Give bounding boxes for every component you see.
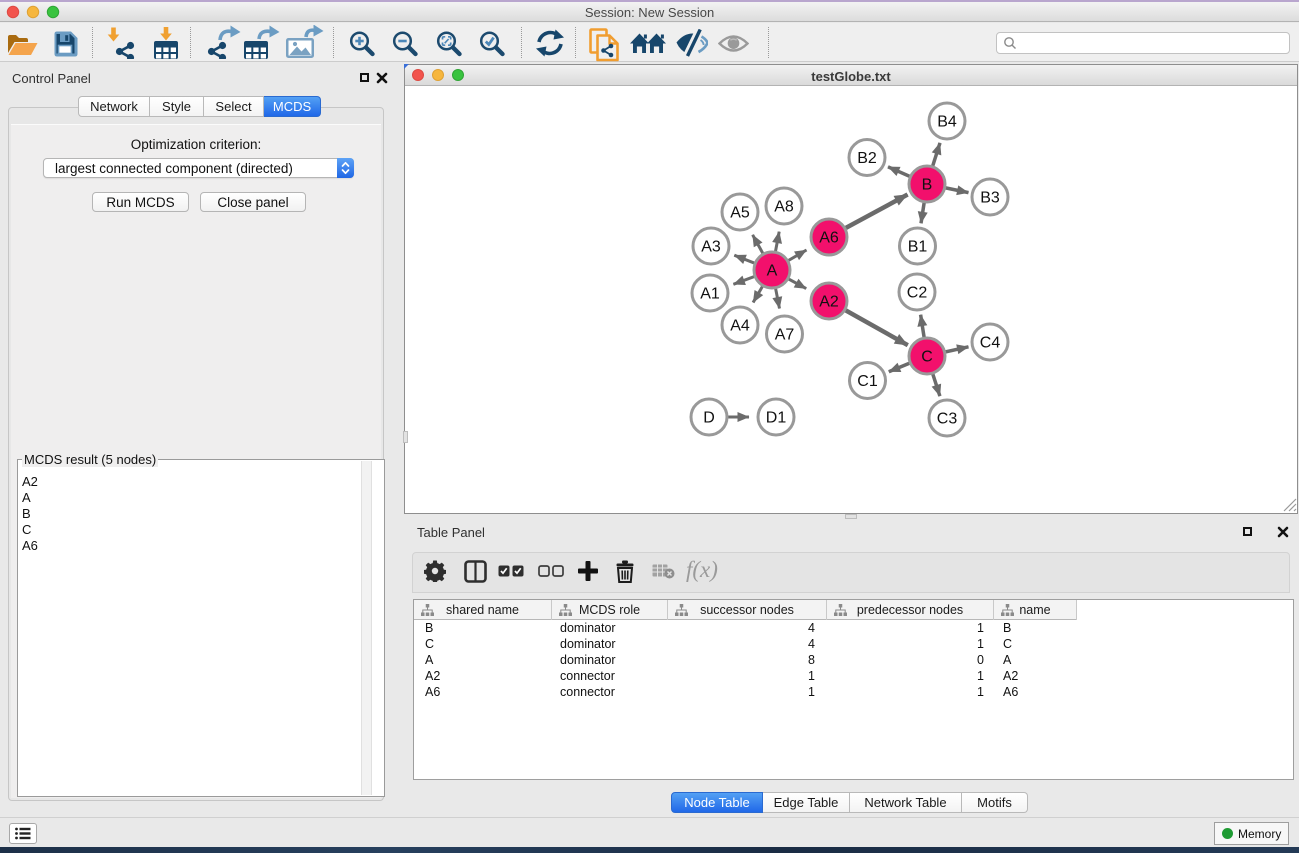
svg-text:B4: B4 — [937, 114, 957, 131]
svg-text:D: D — [703, 410, 715, 427]
svg-text:C2: C2 — [907, 285, 928, 302]
svg-text:C: C — [921, 349, 933, 366]
svg-text:A1: A1 — [700, 286, 720, 303]
svg-text:C4: C4 — [980, 335, 1001, 352]
svg-text:A6: A6 — [819, 230, 839, 247]
svg-text:A5: A5 — [730, 205, 750, 222]
svg-text:B2: B2 — [857, 150, 877, 167]
svg-text:A2: A2 — [819, 294, 839, 311]
svg-text:B3: B3 — [980, 190, 1000, 207]
svg-text:A3: A3 — [701, 239, 721, 256]
svg-text:D1: D1 — [766, 410, 787, 427]
svg-text:A: A — [767, 263, 778, 280]
svg-text:A8: A8 — [774, 199, 794, 216]
svg-text:A7: A7 — [775, 327, 795, 344]
svg-text:C3: C3 — [937, 411, 958, 428]
svg-text:B: B — [922, 177, 933, 194]
svg-text:A4: A4 — [730, 318, 750, 335]
svg-text:B1: B1 — [908, 239, 928, 256]
svg-text:C1: C1 — [857, 373, 878, 390]
